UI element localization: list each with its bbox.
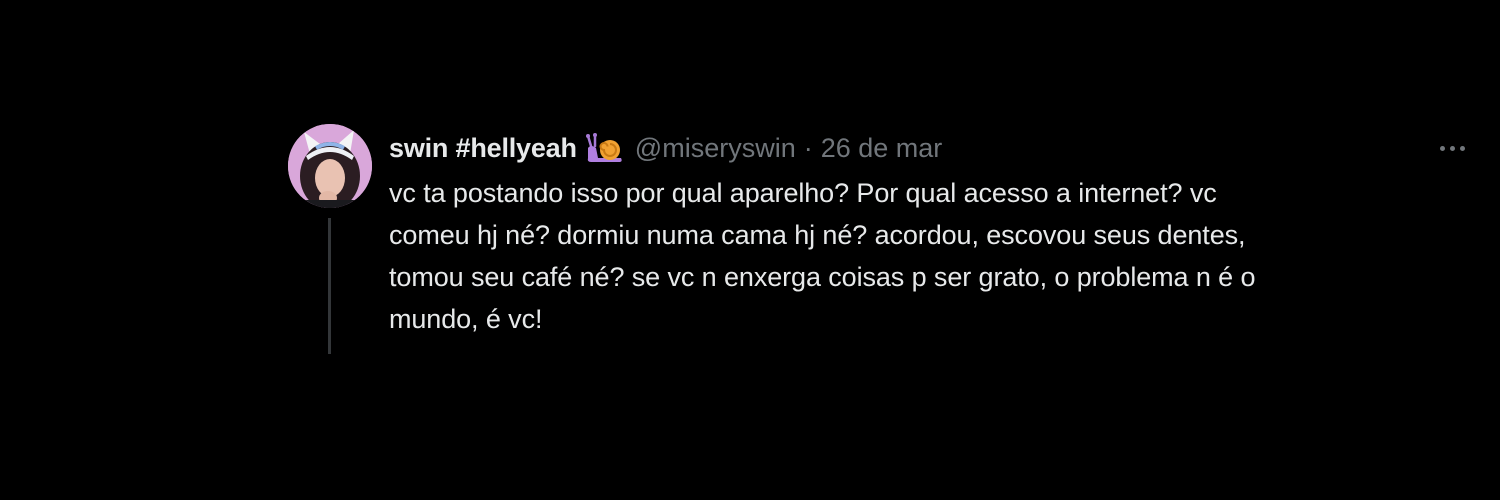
user-handle[interactable]: @miseryswin [635,133,796,164]
avatar[interactable] [288,124,372,208]
timeline-canvas: swin #hellyeah @miseryswin · 26 de mar v… [0,0,1500,500]
avatar-image [288,124,372,208]
more-horizontal-icon [1439,145,1465,151]
tweet-text: vc ta postando isso por qual aparelho? P… [389,178,1256,334]
tweet-date[interactable]: 26 de mar [821,133,943,164]
more-options-button[interactable] [1432,134,1472,162]
tweet-header: swin #hellyeah @miseryswin · 26 de mar [389,130,942,166]
header-separator: · [803,132,813,163]
display-name[interactable]: swin #hellyeah [389,133,577,164]
snail-icon [585,132,625,164]
tweet-card[interactable]: swin #hellyeah @miseryswin · 26 de mar v… [288,124,1480,364]
thread-line [328,218,331,354]
